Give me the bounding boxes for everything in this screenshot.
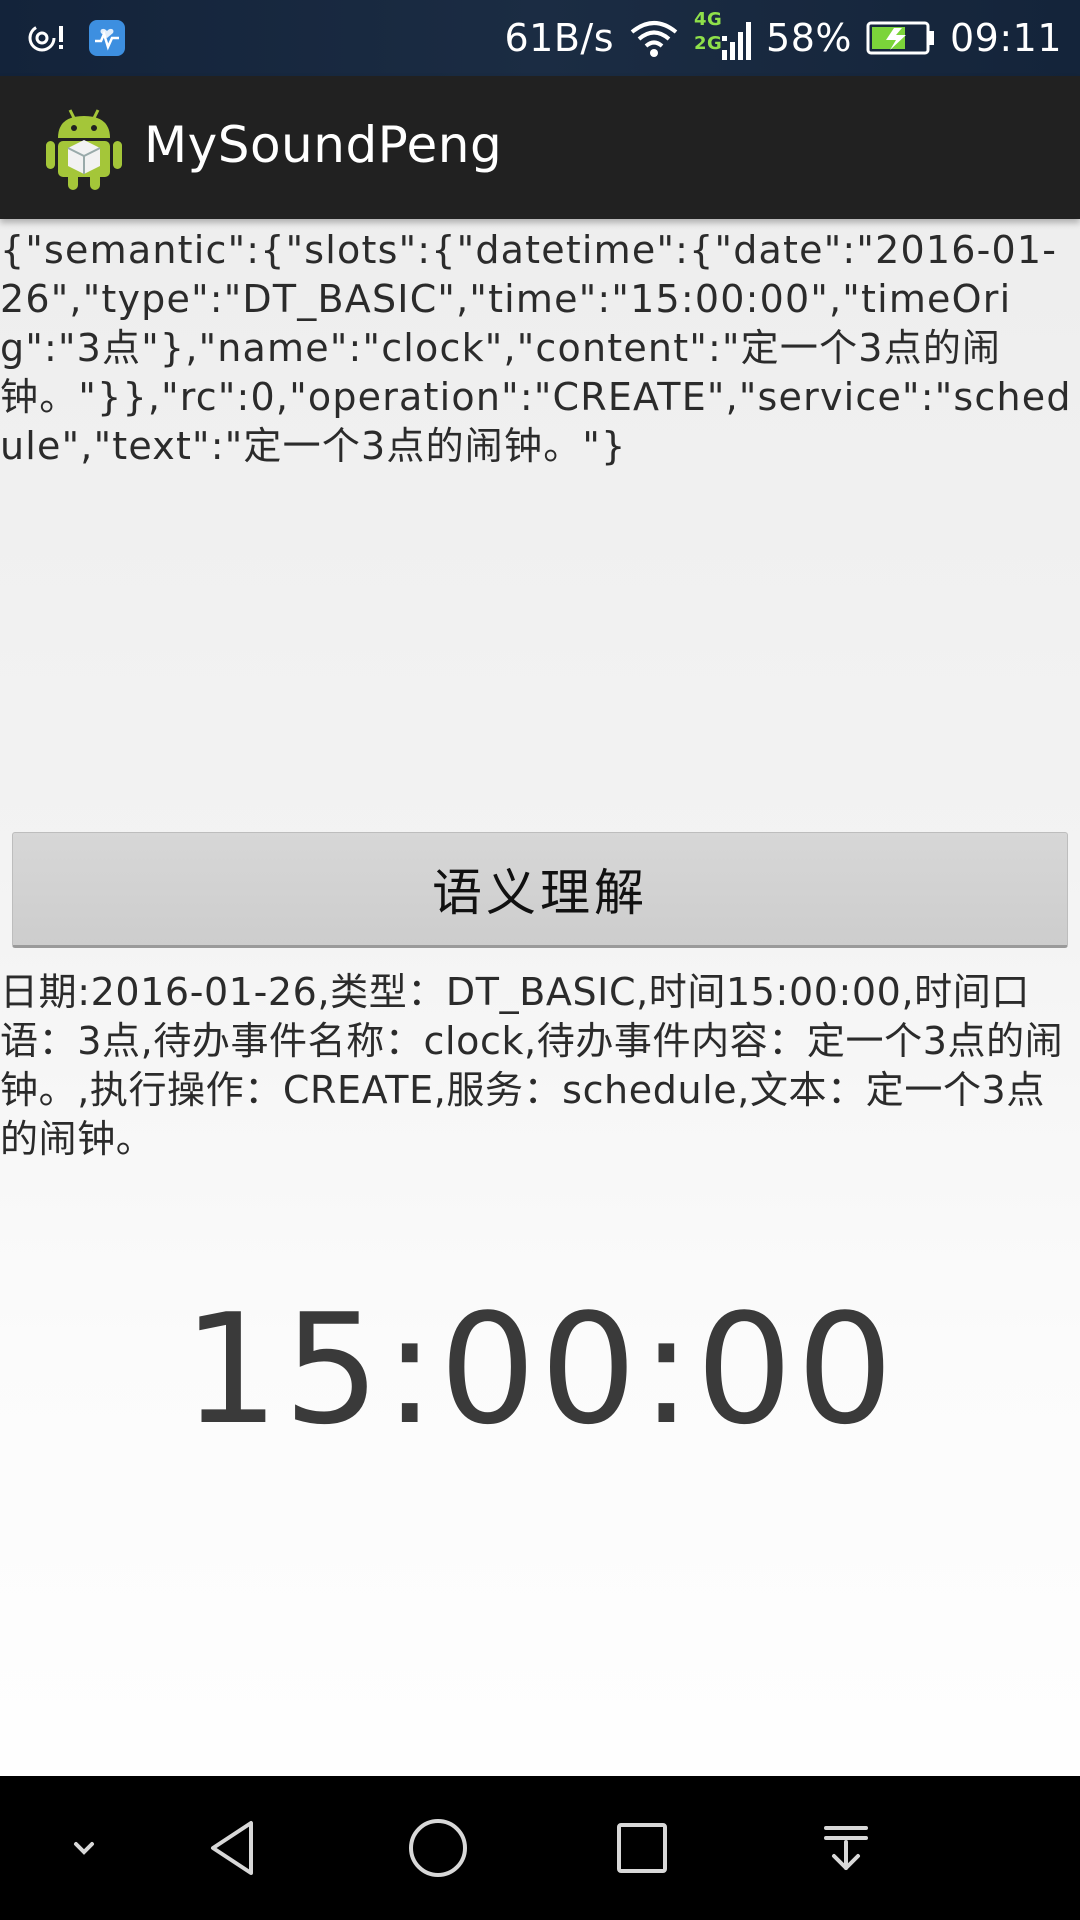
battery-charging-icon [866,20,936,56]
hotspot-icon [26,18,66,58]
wifi-icon [628,18,680,58]
json-result-text: {"semantic":{"slots":{"datetime":{"date"… [0,228,1072,468]
android-app-icon [46,104,122,192]
app-title: MySoundPeng [144,116,503,174]
hide-nav-icon[interactable] [44,1808,124,1888]
signal-icon: 4G 2G [694,10,752,64]
action-bar: MySoundPeng [0,76,1080,219]
status-time: 09:11 [949,16,1062,60]
network-speed: 61B/s [504,16,615,60]
notification-pull-icon[interactable] [806,1808,886,1888]
semantic-understand-button[interactable]: 语义理解 [12,832,1068,948]
parsed-result-text: 日期:2016-01-26,类型：DT_BASIC,时间15:00:00,时间口… [0,970,1064,1161]
back-icon[interactable] [194,1808,274,1888]
navigation-bar [0,1776,1080,1920]
alarm-time-display: 15:00:00 [182,1281,898,1458]
home-icon[interactable] [398,1808,478,1888]
recents-icon[interactable] [602,1808,682,1888]
status-bar: 61B/s 4G 2G 58% 09:11 [0,0,1080,76]
battery-percent: 58% [766,16,852,60]
health-app-icon [88,19,126,57]
